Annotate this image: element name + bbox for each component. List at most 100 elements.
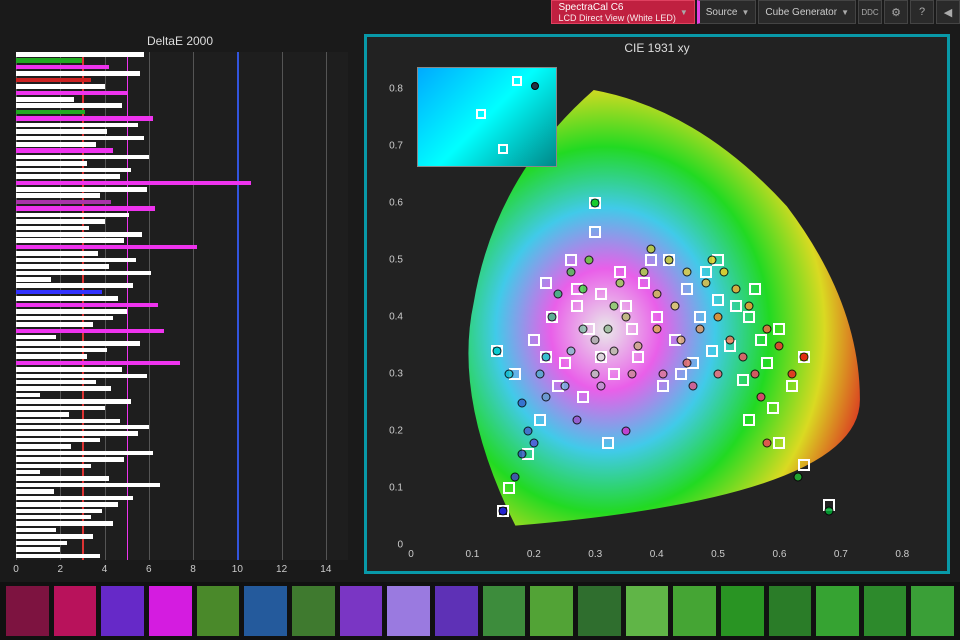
cie-measured bbox=[658, 370, 667, 379]
color-swatch[interactable] bbox=[244, 586, 287, 636]
color-swatch[interactable] bbox=[340, 586, 383, 636]
cie-measured bbox=[578, 324, 587, 333]
color-swatch[interactable] bbox=[673, 586, 716, 636]
color-swatch[interactable] bbox=[149, 586, 192, 636]
delta-bar bbox=[16, 283, 133, 288]
color-swatch[interactable] bbox=[387, 586, 430, 636]
cie-measured bbox=[787, 370, 796, 379]
cie-measured bbox=[646, 244, 655, 253]
color-swatch[interactable] bbox=[721, 586, 764, 636]
cie-target bbox=[743, 311, 755, 323]
cie-target bbox=[681, 283, 693, 295]
cie-y-axis: 00.10.20.30.40.50.60.70.8 bbox=[367, 61, 407, 545]
delta-bar bbox=[16, 502, 118, 507]
delta-bar bbox=[16, 84, 105, 89]
cie-target bbox=[534, 414, 546, 426]
color-swatch[interactable] bbox=[197, 586, 240, 636]
cube-dropdown[interactable]: Cube Generator ▼ bbox=[758, 0, 856, 24]
cie-measured bbox=[738, 353, 747, 362]
delta-bar bbox=[16, 374, 147, 379]
cie-target bbox=[577, 391, 589, 403]
cie-target bbox=[773, 323, 785, 335]
delta-bar bbox=[16, 464, 91, 469]
cie-title: CIE 1931 xy bbox=[367, 37, 947, 59]
delta-bar bbox=[16, 431, 138, 436]
color-swatch[interactable] bbox=[435, 586, 478, 636]
color-swatch[interactable] bbox=[816, 586, 859, 636]
cie-target bbox=[571, 300, 583, 312]
delta-bar bbox=[16, 110, 85, 115]
delta-bar bbox=[16, 116, 153, 121]
cie-measured bbox=[775, 341, 784, 350]
meter-dropdown[interactable]: SpectraCal C6 LCD Direct View (White LED… bbox=[551, 0, 694, 24]
cie-measured bbox=[597, 381, 606, 390]
meter-name: SpectraCal C6 bbox=[558, 2, 675, 13]
cie-measured bbox=[499, 506, 508, 515]
cie-measured bbox=[793, 472, 802, 481]
chevron-down-icon: ▼ bbox=[680, 8, 688, 17]
source-dropdown[interactable]: Source ▼ bbox=[697, 0, 757, 24]
cie-measured bbox=[560, 381, 569, 390]
cie-target bbox=[706, 345, 718, 357]
delta-bar bbox=[16, 303, 158, 308]
delta-bar bbox=[16, 547, 60, 552]
color-swatch[interactable] bbox=[6, 586, 49, 636]
delta-bar bbox=[16, 142, 96, 147]
cie-target bbox=[737, 374, 749, 386]
delta-bar bbox=[16, 78, 91, 83]
cie-measured bbox=[566, 267, 575, 276]
cie-measured bbox=[763, 438, 772, 447]
cie-measured bbox=[701, 279, 710, 288]
color-swatch[interactable] bbox=[530, 586, 573, 636]
delta-bar bbox=[16, 187, 147, 192]
cie-target bbox=[565, 254, 577, 266]
color-swatch[interactable] bbox=[578, 586, 621, 636]
cie-measured bbox=[535, 370, 544, 379]
delta-bar bbox=[16, 161, 87, 166]
cie-measured bbox=[529, 438, 538, 447]
delta-bar bbox=[16, 406, 105, 411]
color-swatch[interactable] bbox=[769, 586, 812, 636]
color-swatch[interactable] bbox=[626, 586, 669, 636]
delta-bar bbox=[16, 470, 40, 475]
cie-target bbox=[626, 323, 638, 335]
color-swatch[interactable] bbox=[101, 586, 144, 636]
cie-measured bbox=[621, 313, 630, 322]
cie-measured bbox=[640, 267, 649, 276]
delta-bar bbox=[16, 528, 56, 533]
cie-target bbox=[657, 380, 669, 392]
cie-measured bbox=[652, 324, 661, 333]
cie-measured bbox=[720, 267, 729, 276]
delta-bar bbox=[16, 226, 89, 231]
gear-icon[interactable]: ⚙ bbox=[884, 0, 908, 24]
delta-bar bbox=[16, 65, 109, 70]
cie-measured bbox=[634, 341, 643, 350]
cie-measured bbox=[505, 370, 514, 379]
cie-target bbox=[743, 414, 755, 426]
delta-bar bbox=[16, 380, 96, 385]
cie-measured bbox=[689, 381, 698, 390]
cie-panel[interactable]: CIE 1931 xy 00.10.20.30.40.50.60.70.8 bbox=[364, 34, 950, 574]
color-swatch[interactable] bbox=[54, 586, 97, 636]
delta-bar bbox=[16, 509, 102, 514]
back-icon[interactable]: ◀ bbox=[936, 0, 960, 24]
delta-bar bbox=[16, 219, 105, 224]
delta-bar bbox=[16, 322, 93, 327]
cie-target bbox=[786, 380, 798, 392]
color-swatch[interactable] bbox=[911, 586, 954, 636]
color-swatch[interactable] bbox=[864, 586, 907, 636]
cie-measured bbox=[492, 347, 501, 356]
delta-bar bbox=[16, 386, 111, 391]
delta-bar bbox=[16, 206, 155, 211]
ddc-button[interactable]: DDC bbox=[858, 0, 882, 24]
cie-measured bbox=[757, 392, 766, 401]
color-swatch[interactable] bbox=[292, 586, 335, 636]
delta-bar bbox=[16, 277, 51, 282]
cie-measured bbox=[664, 256, 673, 265]
help-icon[interactable]: ? bbox=[910, 0, 934, 24]
cie-measured bbox=[591, 199, 600, 208]
color-swatch[interactable] bbox=[483, 586, 526, 636]
cie-measured bbox=[677, 336, 686, 345]
cie-target bbox=[798, 459, 810, 471]
topbar: SpectraCal C6 LCD Direct View (White LED… bbox=[549, 0, 960, 24]
